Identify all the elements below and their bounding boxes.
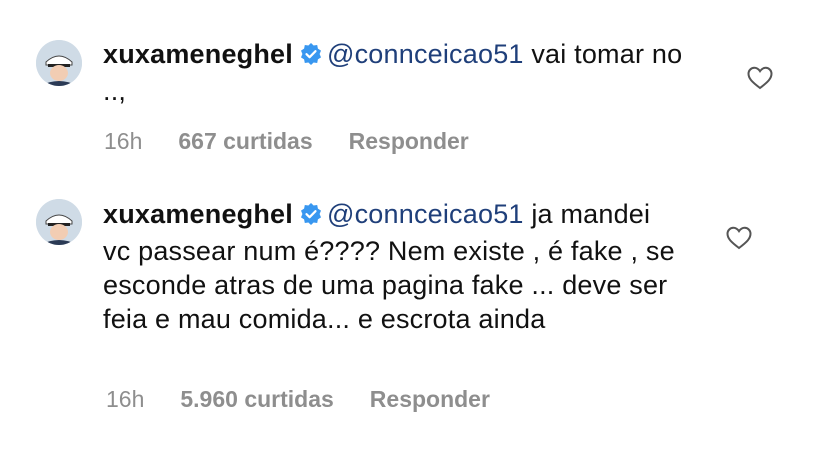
verified-badge-icon bbox=[299, 200, 323, 234]
heart-icon[interactable] bbox=[747, 66, 773, 90]
verified-badge-icon bbox=[299, 40, 323, 74]
comment-item: xuxameneghel @connceicao51 ja mandei vc p… bbox=[0, 170, 834, 449]
mention-link[interactable]: @connceicao51 bbox=[327, 39, 524, 69]
comment-username[interactable]: xuxameneghel bbox=[103, 39, 293, 69]
heart-icon[interactable] bbox=[726, 226, 752, 250]
reply-button[interactable]: Responder bbox=[349, 128, 469, 154]
comment-meta: 16h 667 curtidas Responder bbox=[104, 128, 505, 155]
avatar[interactable] bbox=[36, 199, 82, 245]
comment-text: xuxameneghel @connceicao51 ja mandei vc p… bbox=[103, 197, 683, 336]
comment-time: 16h bbox=[104, 128, 143, 154]
comment-username[interactable]: xuxameneghel bbox=[103, 199, 293, 229]
comment-time: 16h bbox=[106, 386, 145, 412]
likes-count[interactable]: 667 curtidas bbox=[178, 128, 312, 154]
likes-count[interactable]: 5.960 curtidas bbox=[180, 386, 333, 412]
mention-link[interactable]: @connceicao51 bbox=[327, 199, 524, 229]
comment-item: xuxameneghel @connceicao51 vai tomar no .… bbox=[0, 0, 834, 170]
comment-text: xuxameneghel @connceicao51 vai tomar no .… bbox=[103, 37, 703, 108]
avatar[interactable] bbox=[36, 40, 82, 86]
reply-button[interactable]: Responder bbox=[370, 386, 490, 412]
comment-meta: 16h 5.960 curtidas Responder bbox=[106, 386, 526, 413]
